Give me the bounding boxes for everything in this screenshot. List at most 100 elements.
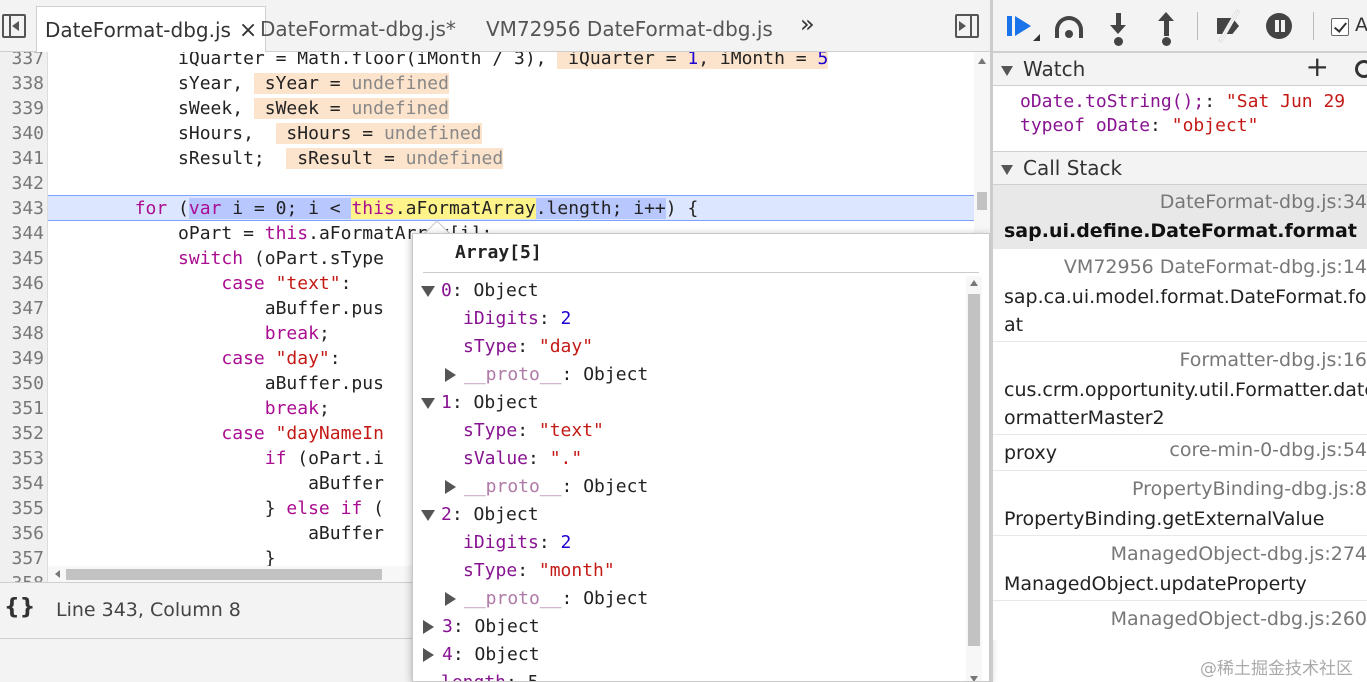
call-frame[interactable]: proxy core-min-0-dbg.js:54 bbox=[993, 435, 1367, 471]
tree-node-collapsed[interactable]: __proto__: Object bbox=[445, 585, 648, 613]
call-frame[interactable]: VM72956 DateFormat-dbg.js:14 sap.ca.ui.m… bbox=[993, 249, 1367, 342]
line-number[interactable]: 350 bbox=[0, 371, 44, 396]
collapse-triangle-icon[interactable] bbox=[423, 620, 434, 634]
call-frame[interactable]: ManagedObject-dbg.js:260 bbox=[993, 601, 1367, 640]
line-number[interactable]: 357 bbox=[0, 546, 44, 571]
frame-function: sap.ui.define.DateFormat.format bbox=[1004, 220, 1357, 242]
line-number[interactable]: 349 bbox=[0, 346, 44, 371]
call-frame[interactable]: Formatter-dbg.js:16 cus.crm.opportunity.… bbox=[993, 342, 1367, 435]
refresh-icon[interactable] bbox=[1355, 60, 1367, 78]
tab-dateformat-active[interactable]: DateFormat-dbg.js × bbox=[36, 6, 267, 53]
tree-node-expanded[interactable]: 1: Object bbox=[421, 389, 539, 417]
expand-triangle-icon[interactable] bbox=[421, 509, 435, 521]
call-stack-list: DateFormat-dbg.js:34 sap.ui.define.DateF… bbox=[993, 185, 1367, 640]
resume-button[interactable] bbox=[1007, 10, 1040, 42]
tree-property[interactable]: iDigits: 2 bbox=[463, 305, 571, 333]
resume-icon bbox=[1007, 16, 1012, 36]
collapse-triangle-icon[interactable] bbox=[445, 592, 456, 606]
step-into-button[interactable] bbox=[1103, 10, 1135, 46]
tree-property[interactable]: iDigits: 2 bbox=[463, 529, 571, 557]
collapse-triangle-icon[interactable] bbox=[445, 480, 456, 494]
expand-triangle-icon[interactable] bbox=[1001, 65, 1013, 76]
line-number[interactable]: 338 bbox=[0, 71, 44, 96]
line-number[interactable]: 358 bbox=[0, 571, 44, 582]
line-number[interactable]: 354 bbox=[0, 471, 44, 496]
cursor-position: Line 343, Column 8 bbox=[56, 599, 241, 621]
scroll-up-arrow-icon[interactable] bbox=[978, 58, 986, 64]
tab-vm-dateformat[interactable]: VM72956 DateFormat-dbg.js bbox=[478, 6, 781, 52]
line-number[interactable]: 346 bbox=[0, 271, 44, 296]
line-number[interactable]: 353 bbox=[0, 446, 44, 471]
watch-expression[interactable]: typeof oDate: "object" bbox=[1020, 114, 1258, 138]
call-frame-selected[interactable]: DateFormat-dbg.js:34 sap.ui.define.DateF… bbox=[993, 185, 1367, 249]
toolbar-separator bbox=[1313, 12, 1314, 40]
line-number[interactable]: 343 bbox=[0, 196, 44, 221]
call-stack-section-header[interactable]: Call Stack bbox=[993, 151, 1367, 185]
tree-property[interactable]: sType: "text" bbox=[463, 417, 604, 445]
tree-property[interactable]: length: 5 bbox=[441, 669, 539, 681]
line-number[interactable]: 342 bbox=[0, 171, 44, 196]
toggle-navigator-icon[interactable] bbox=[2, 14, 26, 38]
expand-triangle-icon[interactable] bbox=[421, 397, 435, 409]
deactivate-breakpoints-button[interactable] bbox=[1213, 9, 1245, 43]
line-number[interactable]: 356 bbox=[0, 521, 44, 546]
scroll-left-arrow-icon[interactable] bbox=[55, 570, 60, 578]
frame-function: proxy bbox=[1004, 442, 1057, 464]
pretty-print-icon[interactable]: {} bbox=[4, 595, 35, 620]
object-preview-popover[interactable]: Array[5] 0: Object iDigits: 2 sType: "da… bbox=[412, 233, 990, 682]
line-number[interactable]: 340 bbox=[0, 121, 44, 146]
line-number[interactable]: 345 bbox=[0, 246, 44, 271]
tree-node-expanded[interactable]: 0: Object bbox=[421, 277, 539, 305]
scroll-down-arrow-icon[interactable] bbox=[970, 676, 978, 681]
step-over-button[interactable] bbox=[1053, 10, 1085, 42]
watch-expression[interactable]: oDate.toString();: "Sat Jun 29 bbox=[1020, 90, 1345, 114]
tree-node-collapsed[interactable]: __proto__: Object bbox=[445, 473, 648, 501]
watch-section-header[interactable]: Watch + bbox=[993, 51, 1367, 86]
code-line: aBuffer.pus bbox=[48, 373, 384, 394]
frame-function-wrap: ormatterMaster2 bbox=[1004, 407, 1165, 429]
tab-dateformat-modified[interactable]: DateFormat-dbg.js* bbox=[252, 6, 464, 52]
more-tabs-icon[interactable]: » bbox=[800, 10, 815, 38]
pause-on-exceptions-button[interactable] bbox=[1263, 10, 1295, 42]
step-out-button[interactable] bbox=[1151, 10, 1183, 46]
line-number[interactable]: 341 bbox=[0, 146, 44, 171]
async-checkbox[interactable] bbox=[1331, 18, 1349, 36]
line-number[interactable]: 339 bbox=[0, 96, 44, 121]
frame-location: ManagedObject-dbg.js:260 bbox=[1110, 608, 1367, 630]
line-number[interactable]: 348 bbox=[0, 321, 44, 346]
watch-title: Watch bbox=[1023, 57, 1086, 81]
call-stack-title: Call Stack bbox=[1023, 156, 1123, 180]
scroll-thumb[interactable] bbox=[968, 294, 980, 646]
scroll-thumb[interactable] bbox=[977, 192, 987, 210]
tree-node-collapsed[interactable]: 4: Object bbox=[423, 641, 540, 669]
pause-icon bbox=[1266, 13, 1292, 39]
line-number[interactable]: 347 bbox=[0, 296, 44, 321]
line-number[interactable]: 355 bbox=[0, 496, 44, 521]
scroll-thumb[interactable] bbox=[66, 569, 382, 580]
editor-tab-bar: DateFormat-dbg.js × DateFormat-dbg.js* VM… bbox=[0, 0, 990, 53]
add-watch-icon[interactable]: + bbox=[1306, 51, 1329, 83]
collapse-triangle-icon[interactable] bbox=[445, 368, 456, 382]
expand-triangle-icon[interactable] bbox=[1001, 164, 1013, 175]
line-number[interactable]: 344 bbox=[0, 221, 44, 246]
tree-property[interactable]: sType: "month" bbox=[463, 557, 615, 585]
debugger-toolbar: A bbox=[993, 0, 1367, 52]
line-number[interactable]: 351 bbox=[0, 396, 44, 421]
call-frame[interactable]: PropertyBinding-dbg.js:8 PropertyBinding… bbox=[993, 471, 1367, 536]
line-number[interactable]: 337 bbox=[0, 52, 44, 71]
call-frame[interactable]: ManagedObject-dbg.js:274 ManagedObject.u… bbox=[993, 536, 1367, 601]
tree-node-collapsed[interactable]: 3: Object bbox=[423, 613, 540, 641]
tree-node-collapsed[interactable]: __proto__: Object bbox=[445, 361, 648, 389]
expand-triangle-icon[interactable] bbox=[421, 285, 435, 297]
toggle-debugger-icon[interactable] bbox=[955, 14, 979, 38]
collapse-triangle-icon[interactable] bbox=[423, 648, 434, 662]
tree-node-expanded[interactable]: 2: Object bbox=[421, 501, 539, 529]
tree-property[interactable]: sValue: "." bbox=[463, 445, 582, 473]
scroll-up-arrow-icon[interactable] bbox=[970, 280, 978, 286]
watch-list: oDate.toString();: "Sat Jun 29 typeof oD… bbox=[993, 86, 1367, 152]
frame-function-wrap: at bbox=[1004, 314, 1024, 336]
code-line: aBuffer.pus bbox=[48, 298, 384, 319]
line-number[interactable]: 352 bbox=[0, 421, 44, 446]
code-line: switch (oPart.sType bbox=[178, 248, 384, 269]
tree-property[interactable]: sType: "day" bbox=[463, 333, 593, 361]
